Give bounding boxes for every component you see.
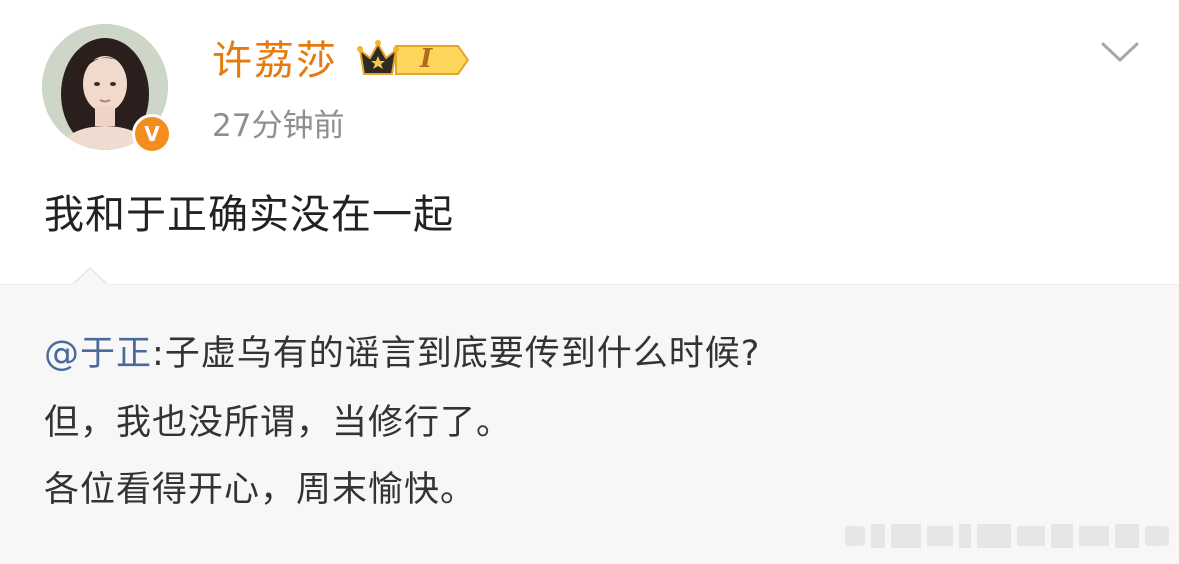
repost-line-3: 各位看得开心，周末愉快。 xyxy=(44,470,477,510)
chevron-down-icon xyxy=(1101,42,1139,62)
username[interactable]: 许荔莎 xyxy=(212,38,338,84)
post-timestamp: 27分钟前 xyxy=(212,108,345,144)
level-number: I xyxy=(420,44,433,74)
post-menu-button[interactable] xyxy=(1100,36,1140,66)
post-header: V 许荔莎 I 27分钟前 xyxy=(0,0,1179,170)
post-text: 我和于正确实没在一起 xyxy=(44,192,454,238)
watermark-image xyxy=(845,524,1169,548)
verified-badge: V xyxy=(132,114,172,154)
repost-line-1: @于正:子虚乌有的谣言到底要传到什么时候? xyxy=(44,332,760,376)
mention-link[interactable]: @于正 xyxy=(44,334,152,374)
level-badge[interactable]: I xyxy=(356,38,470,82)
repost-line-2: 但，我也没所谓，当修行了。 xyxy=(44,403,513,443)
crown-icon xyxy=(357,40,470,75)
repost-text: :子虚乌有的谣言到底要传到什么时候? xyxy=(152,334,761,374)
repost-pointer xyxy=(72,266,108,286)
